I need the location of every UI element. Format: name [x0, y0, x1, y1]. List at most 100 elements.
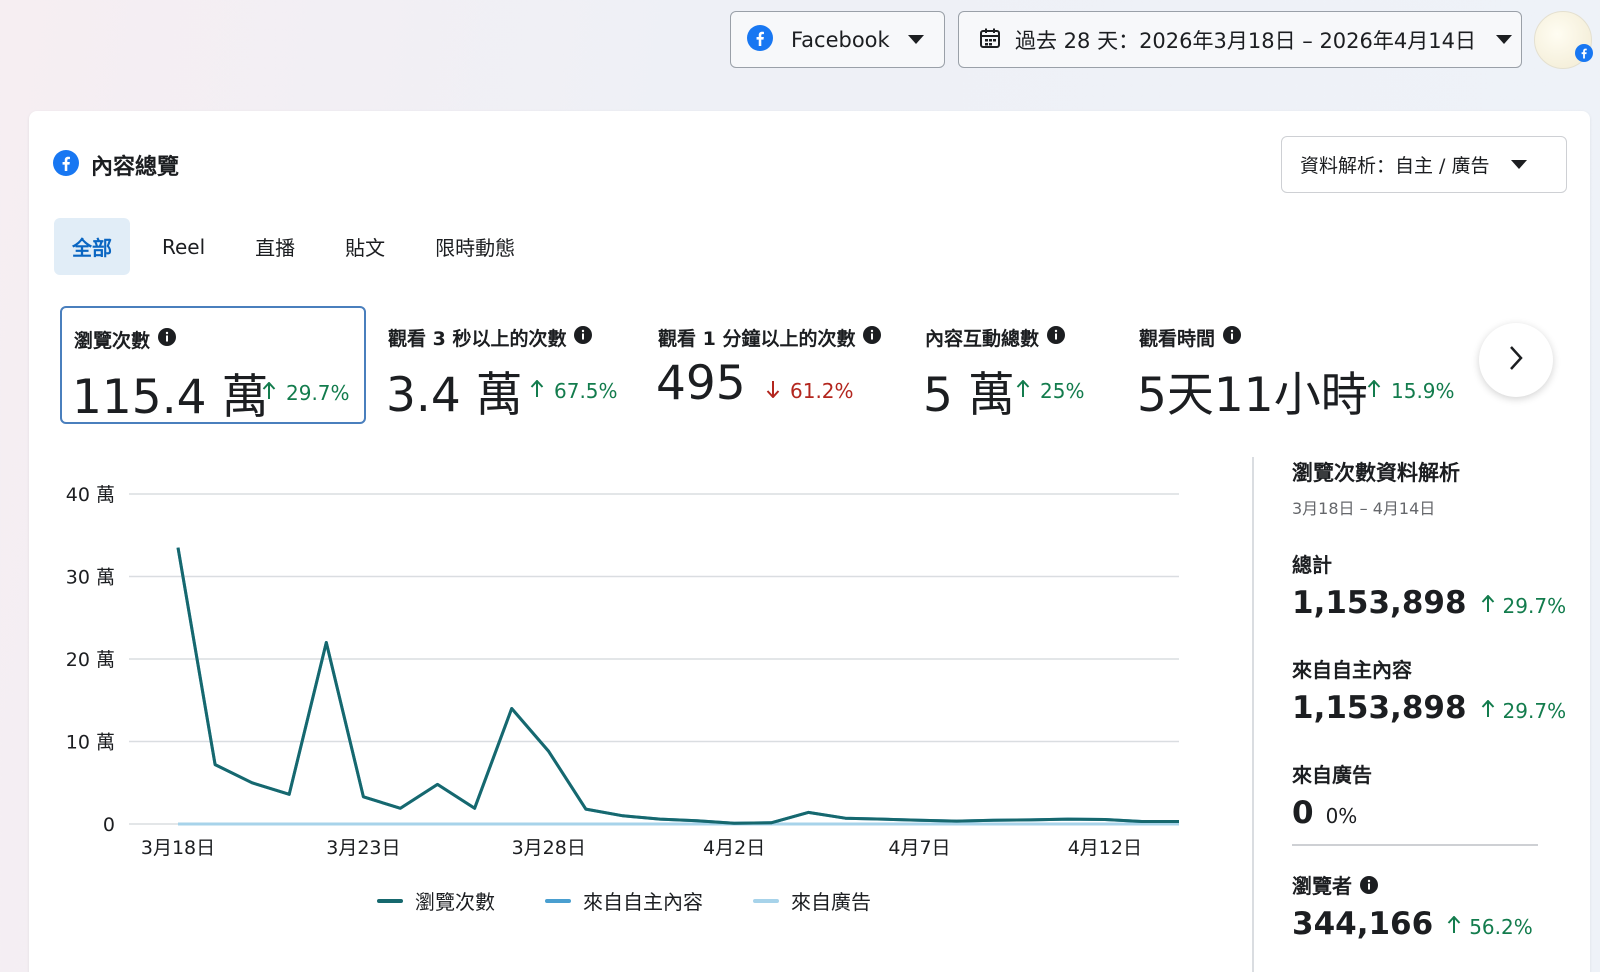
data-point[interactable]: [174, 544, 182, 552]
viewers-value: 344,166: [1292, 906, 1434, 942]
metric-1min-views[interactable]: 觀看 1 分鐘以上的次數 495 61.2%: [646, 306, 906, 424]
facebook-badge-icon: [1575, 44, 1593, 66]
metric-3s-views[interactable]: 觀看 3 秒以上的次數 3.4 萬 67.5%: [376, 306, 636, 424]
data-point[interactable]: [545, 747, 553, 755]
calendar-icon: [979, 27, 1001, 53]
series-line-organic[interactable]: [176, 547, 1179, 825]
chevron-down-icon: [1511, 160, 1528, 169]
chevron-down-icon: [907, 35, 924, 44]
data-point[interactable]: [990, 816, 998, 824]
organic-value-row: 1,153,898 29.7%: [1292, 690, 1566, 726]
metric-change-value: 29.7%: [286, 381, 350, 405]
x-tick-label: 4月7日: [888, 837, 950, 859]
data-point[interactable]: [396, 804, 404, 812]
metric-change-value: 67.5%: [554, 379, 618, 403]
data-point[interactable]: [508, 705, 516, 713]
metric-change-value: 15.9%: [1391, 379, 1455, 403]
next-metrics-button[interactable]: [1479, 323, 1553, 397]
organic-change: 29.7%: [1481, 699, 1567, 723]
data-point[interactable]: [582, 805, 590, 813]
data-point[interactable]: [1175, 818, 1183, 826]
ads-label: 來自廣告: [1292, 763, 1372, 787]
info-icon[interactable]: [863, 326, 882, 349]
top-bar: Facebook 過去 28 天：2026年3月18日 – 2026年4月14日: [0, 11, 1600, 69]
data-point[interactable]: [359, 793, 367, 801]
viewers-change-value: 56.2%: [1469, 915, 1533, 939]
tab-stories[interactable]: 限時動態: [417, 218, 533, 275]
facebook-icon: [53, 150, 79, 180]
info-icon[interactable]: [1047, 326, 1066, 349]
data-point[interactable]: [841, 814, 849, 822]
data-point[interactable]: [730, 819, 738, 827]
legend-swatch: [545, 898, 571, 903]
data-point[interactable]: [1101, 815, 1109, 823]
metric-change: 25%: [1016, 379, 1084, 403]
total-change: 29.7%: [1481, 594, 1566, 618]
metric-value: 5 萬: [923, 368, 1015, 423]
legend-label: 瀏覽次數: [415, 890, 495, 914]
legend-item-views[interactable]: 瀏覽次數: [377, 886, 495, 915]
platform-selector[interactable]: Facebook: [730, 11, 945, 68]
metric-value: 3.4 萬: [386, 368, 523, 423]
card-title: 內容總覽: [91, 155, 180, 180]
data-point[interactable]: [1064, 815, 1072, 823]
data-point[interactable]: [471, 804, 479, 812]
metric-change: 67.5%: [530, 379, 618, 403]
arrow-up-icon: [1016, 379, 1030, 403]
tab-reel[interactable]: Reel: [144, 218, 223, 275]
arrow-up-icon: [530, 379, 544, 403]
arrow-down-icon: [766, 379, 780, 403]
metric-views[interactable]: 瀏覽次數 115.4 萬 29.7%: [60, 306, 366, 425]
arrow-up-icon: [1481, 594, 1495, 618]
metric-value: 5天11小時: [1137, 368, 1368, 423]
data-point[interactable]: [1138, 818, 1146, 826]
data-point[interactable]: [1027, 816, 1035, 824]
ads-value-row: 0 0%: [1292, 795, 1357, 831]
data-point[interactable]: [693, 817, 701, 825]
data-point[interactable]: [248, 779, 256, 787]
metric-label-text: 觀看時間: [1139, 328, 1216, 350]
metric-engagement[interactable]: 內容互動總數 5 萬 25%: [913, 306, 1125, 424]
legend-item-organic[interactable]: 來自自主內容: [545, 886, 703, 915]
info-icon[interactable]: [158, 328, 177, 351]
info-icon[interactable]: [574, 326, 593, 349]
data-point[interactable]: [804, 808, 812, 816]
breakdown-selector[interactable]: 資料解析：自主 / 廣告: [1281, 136, 1567, 193]
avatar[interactable]: [1534, 11, 1593, 69]
viewers-change: 56.2%: [1447, 915, 1533, 939]
data-point[interactable]: [619, 812, 627, 820]
metric-label-text: 內容互動總數: [925, 328, 1040, 350]
chevron-down-icon: [1495, 35, 1512, 44]
x-tick-label: 4月2日: [703, 837, 765, 859]
y-tick-label: 0: [103, 814, 115, 836]
data-point[interactable]: [767, 819, 775, 827]
data-point[interactable]: [878, 815, 886, 823]
panel-date-range: 3月18日 – 4月14日: [1292, 499, 1436, 518]
arrow-up-icon: [1367, 379, 1381, 403]
data-point[interactable]: [322, 639, 330, 647]
chart-legend: 瀏覽次數 來自自主內容 來自廣告: [29, 886, 1219, 915]
tab-live[interactable]: 直播: [237, 218, 313, 275]
data-point[interactable]: [953, 817, 961, 825]
info-icon[interactable]: [1360, 875, 1378, 894]
series-line-views[interactable]: [176, 547, 1179, 825]
content-overview-card: 內容總覽 資料解析：自主 / 廣告 全部 Reel 直播 貼文 限時動態 瀏覽次…: [29, 111, 1590, 972]
metric-label-text: 觀看 1 分鐘以上的次數: [658, 328, 856, 350]
date-range-selector[interactable]: 過去 28 天：2026年3月18日 – 2026年4月14日: [958, 11, 1522, 68]
chevron-right-icon: [1508, 345, 1524, 375]
legend-item-ads[interactable]: 來自廣告: [753, 886, 871, 915]
data-point[interactable]: [656, 815, 664, 823]
data-point[interactable]: [915, 816, 923, 824]
metric-value: 115.4 萬: [72, 370, 269, 425]
info-icon[interactable]: [1223, 326, 1242, 349]
x-tick-label: 3月23日: [326, 837, 400, 859]
metric-watch-time[interactable]: 觀看時間 5天11小時 15.9%: [1127, 306, 1467, 424]
tab-all[interactable]: 全部: [54, 218, 130, 275]
data-point[interactable]: [211, 761, 219, 769]
arrow-up-icon: [1481, 699, 1495, 723]
tab-posts[interactable]: 貼文: [327, 218, 403, 275]
data-point[interactable]: [285, 790, 293, 798]
total-value-row: 1,153,898 29.7%: [1292, 585, 1566, 621]
organic-change-value: 29.7%: [1502, 699, 1567, 723]
data-point[interactable]: [434, 780, 442, 788]
